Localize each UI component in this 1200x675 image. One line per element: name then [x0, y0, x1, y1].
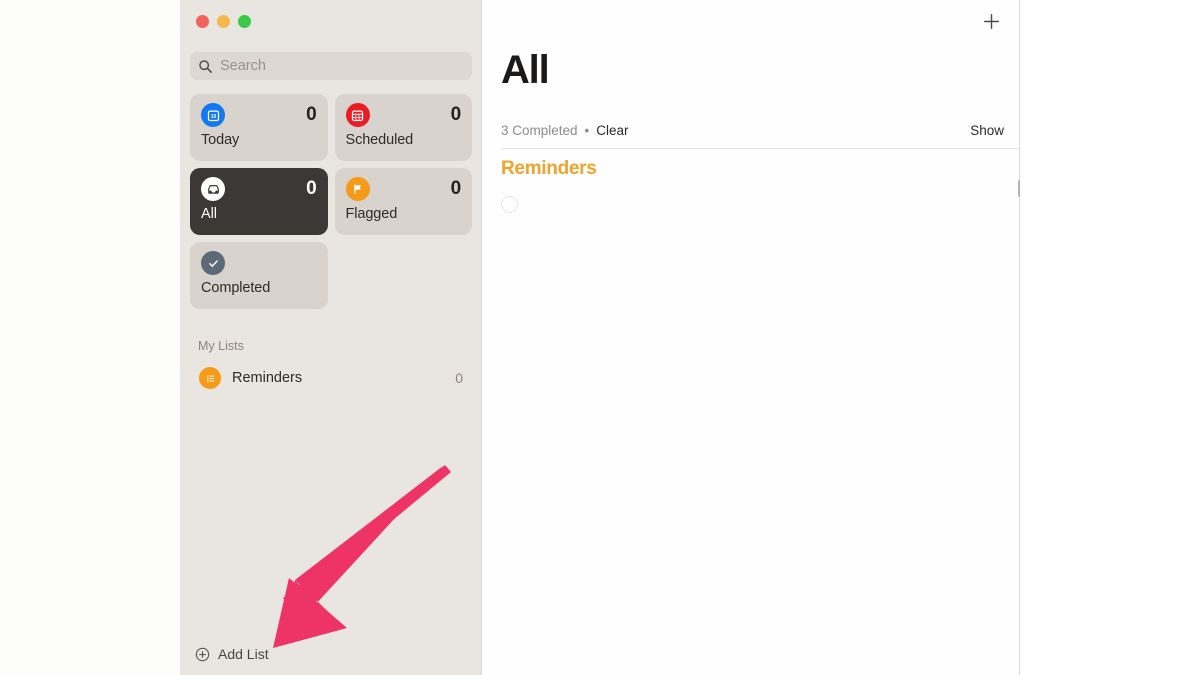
search-input[interactable] — [220, 58, 464, 74]
plus-icon — [983, 13, 999, 29]
completed-count-label: 3 Completed — [501, 122, 578, 138]
svg-text:10: 10 — [210, 113, 216, 119]
card-label: Today — [201, 132, 240, 148]
card-count: 0 — [450, 104, 462, 125]
right-pane-background — [1020, 0, 1200, 675]
sidebar-card-today[interactable]: 10 0 Today — [190, 94, 328, 161]
circle-plus-icon — [195, 647, 210, 661]
card-count: 0 — [450, 178, 462, 199]
sidebar-list-item-reminders[interactable]: Reminders 0 — [190, 363, 472, 393]
flag-icon — [345, 177, 370, 201]
card-top-row: 0 — [345, 177, 462, 201]
card-label: Flagged — [345, 206, 398, 222]
card-label: Scheduled — [345, 132, 414, 148]
window-traffic-lights — [196, 15, 251, 28]
completed-meta-row: 3 Completed • Clear Show — [501, 119, 1004, 141]
clear-completed-button[interactable]: Clear — [596, 123, 628, 138]
card-count: 0 — [306, 178, 317, 199]
app-root: 10 0 Today — [0, 0, 1200, 675]
sidebar-card-all[interactable]: 0 All — [190, 168, 328, 235]
list-item-count: 0 — [455, 370, 463, 386]
search-icon — [199, 59, 212, 73]
search-field[interactable] — [190, 52, 472, 80]
add-reminder-button[interactable] — [978, 8, 1004, 34]
card-top-row: 10 0 — [201, 103, 317, 127]
calendar-icon — [345, 103, 370, 127]
section-title-reminders: Reminders — [501, 158, 597, 179]
sidebar-card-flagged[interactable]: 0 Flagged — [334, 168, 472, 235]
close-window-button[interactable] — [196, 15, 209, 28]
sidebar-card-scheduled[interactable]: 0 Scheduled — [334, 94, 472, 161]
card-top-row: 0 — [345, 103, 462, 127]
main-content: All 3 Completed • Clear Show Reminders — [483, 0, 1020, 675]
list-item-name: Reminders — [232, 370, 303, 386]
reminders-window: 10 0 Today — [180, 0, 1020, 675]
card-top-row — [201, 251, 317, 275]
my-lists-header: My Lists — [198, 339, 244, 353]
card-top-row: 0 — [201, 177, 317, 201]
add-list-label: Add List — [218, 646, 269, 662]
add-list-button[interactable]: Add List — [189, 641, 275, 667]
show-completed-button[interactable]: Show — [970, 123, 1004, 138]
content-divider — [501, 148, 1020, 149]
empty-circle-icon[interactable] — [501, 196, 518, 213]
card-count: 0 — [306, 104, 317, 125]
maximize-window-button[interactable] — [238, 15, 251, 28]
card-label: All — [201, 206, 217, 222]
meta-separator: • — [584, 122, 590, 138]
bulleted-list-icon — [199, 367, 221, 389]
checkmark-icon — [201, 251, 225, 275]
smart-lists-grid: 10 0 Today 0 Scheduled 0 All 0 Flagged C… — [190, 94, 472, 309]
calendar-day-icon: 10 — [201, 103, 225, 127]
sidebar: 10 0 Today — [180, 0, 482, 675]
card-label: Completed — [201, 280, 271, 296]
page-title: All — [501, 48, 550, 92]
minimize-window-button[interactable] — [217, 15, 230, 28]
inbox-tray-icon — [201, 177, 225, 201]
reminder-row-empty[interactable] — [501, 196, 518, 213]
sidebar-card-completed[interactable]: Completed — [190, 242, 328, 309]
